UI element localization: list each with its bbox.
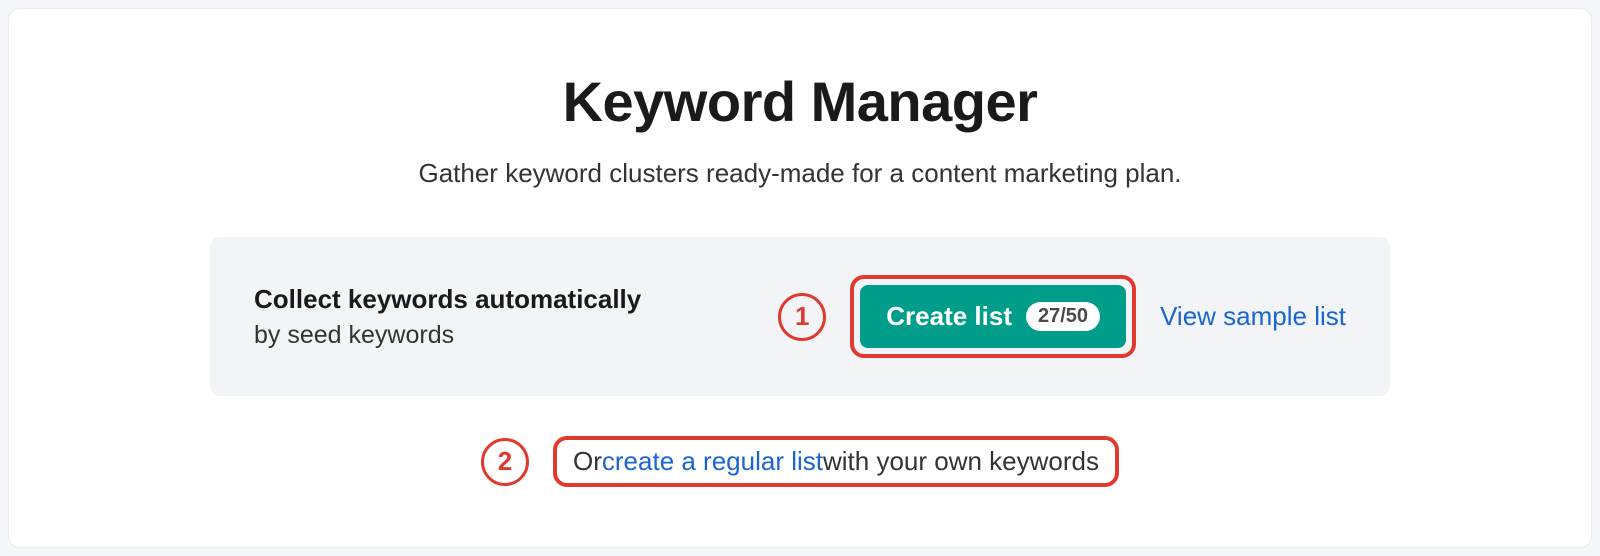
alt-option-text-after: with your own keywords [823,446,1099,477]
annotation-badge-2: 2 [481,438,529,486]
create-list-button[interactable]: Create list 27/50 [860,285,1126,348]
annotation-highlight-1: Create list 27/50 [850,275,1136,358]
create-regular-list-link[interactable]: create a regular list [602,446,823,477]
annotation-badge-1: 1 [778,293,826,341]
main-card: Keyword Manager Gather keyword clusters … [8,8,1592,548]
page-title: Keyword Manager [563,69,1038,134]
view-sample-list-link[interactable]: View sample list [1160,301,1346,332]
panel-description: Collect keywords automatically by seed k… [254,284,641,350]
page-subtitle: Gather keyword clusters ready-made for a… [418,158,1181,189]
create-list-button-label: Create list [886,301,1012,332]
alt-option-row: 2 Or create a regular list with your own… [481,436,1119,487]
panel-actions: 1 Create list 27/50 View sample list [778,275,1346,358]
panel-subheading: by seed keywords [254,321,641,350]
panel-heading: Collect keywords automatically [254,284,641,315]
alt-option-text-before: Or [573,446,602,477]
auto-collect-panel: Collect keywords automatically by seed k… [210,237,1390,396]
annotation-highlight-2: Or create a regular list with your own k… [553,436,1119,487]
create-list-count-pill: 27/50 [1026,302,1100,331]
